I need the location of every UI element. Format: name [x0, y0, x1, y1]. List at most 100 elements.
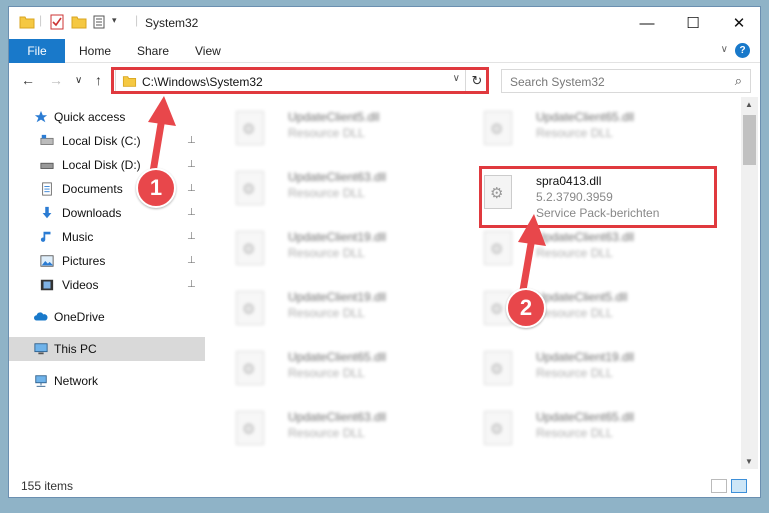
tiles-view-button[interactable]: [731, 479, 747, 493]
file-name: UpdateClient19.dll: [536, 350, 635, 364]
dll-file-icon: [236, 231, 264, 265]
list-item[interactable]: UpdateClient19.dll Resource DLL: [218, 225, 448, 275]
forward-button[interactable]: →: [49, 72, 63, 88]
cloud-icon: [34, 312, 48, 321]
step-2-badge: 2: [506, 288, 546, 328]
list-item[interactable]: UpdateClient63.dll Resource DLL: [218, 165, 448, 215]
sidebar-item-local-disk-c[interactable]: Local Disk (C:) ⊥: [9, 129, 205, 153]
step-1-badge: 1: [136, 168, 176, 208]
file-type: Resource DLL: [288, 186, 365, 200]
list-item[interactable]: UpdateClient65.dll Resource DLL: [466, 405, 696, 455]
status-bar: 155 items: [9, 475, 760, 497]
file-name: UpdateClient5.dll: [536, 290, 628, 304]
sidebar-item-label: OneDrive: [54, 310, 105, 324]
list-item[interactable]: UpdateClient63.dll Resource DLL: [218, 405, 448, 455]
sidebar-item-videos[interactable]: Videos ⊥: [9, 273, 205, 297]
qa-dropdown-icon[interactable]: ▾: [112, 15, 117, 26]
customize-toolbar-icon[interactable]: [93, 14, 109, 30]
up-button[interactable]: ↑: [95, 72, 102, 88]
pin-icon[interactable]: ⊥: [187, 183, 196, 194]
sidebar-item-onedrive[interactable]: OneDrive: [9, 305, 205, 329]
sidebar-item-network[interactable]: Network: [9, 369, 205, 393]
close-button[interactable]: ✕: [716, 7, 762, 39]
scrollbar-thumb[interactable]: [743, 115, 756, 165]
sidebar-item-downloads[interactable]: Downloads ⊥: [9, 201, 205, 225]
dll-file-icon: [236, 291, 264, 325]
list-item[interactable]: UpdateClient5.dll Resource DLL: [466, 285, 696, 335]
list-item[interactable]: UpdateClient19.dll Resource DLL: [466, 345, 696, 395]
pin-icon[interactable]: ⊥: [187, 231, 196, 242]
search-placeholder: Search System32: [510, 75, 605, 89]
pictures-icon: [40, 255, 54, 267]
pin-icon[interactable]: ⊥: [187, 207, 196, 218]
expand-ribbon-icon[interactable]: ∨: [721, 44, 728, 55]
file-type: Resource DLL: [536, 126, 613, 140]
sidebar-item-pictures[interactable]: Pictures ⊥: [9, 249, 205, 273]
tab-home[interactable]: Home: [79, 44, 111, 58]
recent-locations-button[interactable]: ∨: [75, 75, 82, 86]
search-input[interactable]: Search System32 ⌕: [501, 69, 751, 93]
file-name: UpdateClient63.dll: [288, 170, 387, 184]
drive-icon: [40, 134, 54, 145]
properties-icon[interactable]: [49, 14, 65, 30]
file-type: Resource DLL: [288, 246, 365, 260]
back-button[interactable]: ←: [21, 72, 35, 88]
new-folder-icon[interactable]: [71, 14, 87, 30]
network-icon: [35, 375, 47, 387]
file-name: UpdateClient19.dll: [288, 290, 387, 304]
minimize-button[interactable]: —: [624, 7, 670, 39]
documents-icon: [42, 182, 52, 196]
dll-file-icon: [484, 111, 512, 145]
tab-view[interactable]: View: [195, 44, 221, 58]
file-list: UpdateClient5.dll Resource DLL UpdateCli…: [206, 97, 741, 469]
pin-icon[interactable]: ⊥: [187, 135, 196, 146]
sidebar-item-quick-access[interactable]: Quick access: [9, 105, 205, 129]
sidebar-item-label: Quick access: [54, 110, 126, 124]
file-type: Resource DLL: [536, 426, 613, 440]
tab-share[interactable]: Share: [137, 44, 169, 58]
sidebar-item-music[interactable]: Music ⊥: [9, 225, 205, 249]
pin-icon[interactable]: ⊥: [187, 159, 196, 170]
sidebar-item-this-pc[interactable]: This PC: [9, 337, 205, 361]
details-view-button[interactable]: [711, 479, 727, 493]
dll-file-icon: [484, 351, 512, 385]
file-name: UpdateClient65.dll: [536, 110, 635, 124]
ribbon-tabs: File Home Share View ∨ ?: [9, 39, 760, 63]
dll-file-icon: [236, 411, 264, 445]
file-name: UpdateClient63.dll: [288, 410, 387, 424]
search-icon[interactable]: ⌕: [735, 73, 742, 89]
item-count: 155 items: [21, 479, 74, 493]
list-item[interactable]: UpdateClient63.dll Resource DLL: [466, 225, 696, 275]
list-item[interactable]: UpdateClient65.dll Resource DLL: [466, 105, 696, 155]
pin-icon[interactable]: ⊥: [187, 279, 196, 290]
download-icon: [42, 206, 52, 219]
tab-file[interactable]: File: [9, 39, 65, 63]
sidebar-item-label: Pictures: [62, 254, 106, 268]
sidebar-item-label: This PC: [54, 342, 97, 356]
dll-file-icon: [236, 111, 264, 145]
scroll-down-icon[interactable]: ▼: [745, 457, 753, 466]
scroll-up-icon[interactable]: ▲: [745, 100, 753, 109]
title-bar: | ▾ | System32 — ☐ ✕: [9, 7, 760, 39]
pin-icon[interactable]: ⊥: [187, 255, 196, 266]
maximize-button[interactable]: ☐: [670, 7, 716, 39]
folder-icon: [19, 16, 35, 29]
sidebar-item-label: Videos: [62, 278, 99, 292]
dll-file-icon: [236, 171, 264, 205]
list-item[interactable]: UpdateClient5.dll Resource DLL: [218, 105, 448, 155]
file-name: UpdateClient5.dll: [288, 110, 380, 124]
file-type: Resource DLL: [288, 306, 365, 320]
computer-icon: [34, 343, 48, 355]
separator: |: [135, 13, 139, 27]
vertical-scrollbar[interactable]: ▲ ▼: [741, 97, 758, 469]
sidebar-item-label: Network: [54, 374, 99, 388]
list-item[interactable]: UpdateClient65.dll Resource DLL: [218, 345, 448, 395]
list-item[interactable]: UpdateClient19.dll Resource DLL: [218, 285, 448, 335]
videos-icon: [40, 279, 54, 291]
help-icon[interactable]: ?: [735, 43, 750, 58]
dll-file-icon: [484, 231, 512, 265]
file-name: UpdateClient19.dll: [288, 230, 387, 244]
music-icon: [40, 231, 51, 242]
sidebar-item-local-disk-d[interactable]: Local Disk (D:) ⊥: [9, 153, 205, 177]
sidebar-item-label: Local Disk (C:): [62, 134, 141, 148]
